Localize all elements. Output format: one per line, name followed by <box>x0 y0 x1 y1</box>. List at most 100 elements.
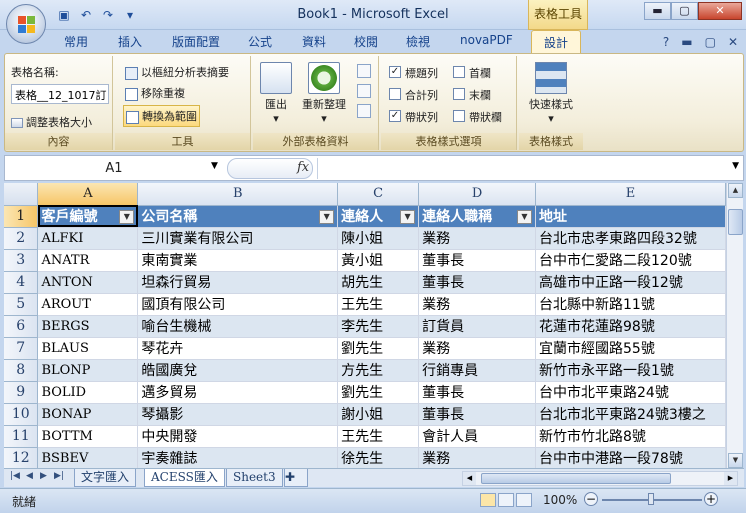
formula-input[interactable] <box>317 158 723 179</box>
table-cell[interactable]: 會計人員 <box>418 425 536 448</box>
table-cell[interactable]: 胡先生 <box>337 271 420 294</box>
table-cell[interactable]: 中央開發 <box>137 425 339 448</box>
export-button[interactable]: 匯出 ▾ <box>259 62 293 125</box>
row-header[interactable]: 10 <box>4 403 39 426</box>
row-header[interactable]: 11 <box>4 425 39 448</box>
sheet-tab-sheet3[interactable]: Sheet3 <box>226 469 283 487</box>
scroll-right-icon[interactable]: ▶ <box>724 472 737 485</box>
refresh-button[interactable]: 重新整理 ▾ <box>299 62 349 125</box>
zoom-slider-thumb[interactable] <box>648 493 654 505</box>
filter-dropdown-icon[interactable]: ▼ <box>319 209 335 224</box>
scroll-down-icon[interactable]: ▼ <box>728 453 743 468</box>
table-cell[interactable]: 董事長 <box>418 403 536 426</box>
row-header-1[interactable]: 1 <box>4 205 39 228</box>
close-button[interactable]: ✕ <box>698 2 742 20</box>
insert-function-icon[interactable]: fx <box>297 160 309 175</box>
table-cell[interactable]: 董事長 <box>418 271 536 294</box>
table-header-cell[interactable]: 客戶編號 ▼ <box>37 205 139 228</box>
zoom-level[interactable]: 100% <box>543 493 577 507</box>
prev-sheet-icon[interactable]: ◀ <box>26 471 33 481</box>
table-cell[interactable]: 謝小姐 <box>337 403 420 426</box>
table-cell[interactable]: 新竹市竹北路8號 <box>535 425 726 448</box>
last-sheet-icon[interactable]: ▶| <box>54 471 64 481</box>
table-cell[interactable]: 董事長 <box>418 381 536 404</box>
row-header[interactable]: 7 <box>4 337 39 360</box>
row-header[interactable]: 2 <box>4 227 39 250</box>
table-cell[interactable]: 新竹市永平路一段1號 <box>535 359 726 382</box>
column-header-a[interactable]: A <box>37 183 139 206</box>
page-layout-view-icon[interactable] <box>498 493 514 507</box>
column-header-d[interactable]: D <box>418 183 536 206</box>
table-cell[interactable]: AROUT <box>37 293 139 316</box>
column-header-c[interactable]: C <box>337 183 420 206</box>
row-header[interactable]: 12 <box>4 447 39 468</box>
table-cell[interactable]: 宇奏雜誌 <box>137 447 339 468</box>
select-all-corner[interactable] <box>4 183 39 206</box>
table-cell[interactable]: 業務 <box>418 337 536 360</box>
vertical-scroll-thumb[interactable] <box>728 209 743 235</box>
table-cell[interactable]: 業務 <box>418 447 536 468</box>
filter-dropdown-icon[interactable]: ▼ <box>517 209 532 224</box>
table-cell[interactable]: 高雄市中正路一段12號 <box>535 271 726 294</box>
table-cell[interactable]: 劉先生 <box>337 381 420 404</box>
table-name-field[interactable]: 表格__12_1017訂 <box>11 84 109 104</box>
unlink-icon[interactable] <box>357 104 371 118</box>
table-cell[interactable]: 訂貨員 <box>418 315 536 338</box>
first-column-checkbox[interactable] <box>453 66 465 78</box>
table-cell[interactable]: BOLID <box>37 381 139 404</box>
table-cell[interactable]: BOTTM <box>37 425 139 448</box>
table-cell[interactable]: 黃小姐 <box>337 249 420 272</box>
maximize-button[interactable]: ▢ <box>671 2 698 20</box>
column-header-b[interactable]: B <box>137 183 339 206</box>
table-cell[interactable]: 行銷專員 <box>418 359 536 382</box>
filter-dropdown-icon[interactable]: ▼ <box>119 209 135 224</box>
total-row-checkbox[interactable] <box>389 88 401 100</box>
header-row-checkbox[interactable]: ✓ <box>389 66 401 78</box>
remove-duplicates-button[interactable]: 移除重複 <box>125 85 185 101</box>
scroll-left-icon[interactable]: ◀ <box>463 472 476 485</box>
table-cell[interactable]: 王先生 <box>337 293 420 316</box>
name-box[interactable]: A1 <box>8 159 220 178</box>
table-cell[interactable]: 徐先生 <box>337 447 420 468</box>
page-break-view-icon[interactable] <box>516 493 532 507</box>
tab-view[interactable]: 檢視 <box>406 33 430 50</box>
table-cell[interactable]: 李先生 <box>337 315 420 338</box>
insert-sheet-icon[interactable]: ✚ <box>284 469 308 487</box>
table-cell[interactable]: 東南實業 <box>137 249 339 272</box>
next-sheet-icon[interactable]: ▶ <box>40 471 47 481</box>
horizontal-scroll-thumb[interactable] <box>481 473 671 484</box>
row-header[interactable]: 8 <box>4 359 39 382</box>
table-cell[interactable]: 琴攝影 <box>137 403 339 426</box>
name-box-dropdown-icon[interactable]: ▼ <box>211 161 218 171</box>
table-cell[interactable]: 台北市北平東路24號3樓之 <box>535 403 726 426</box>
table-cell[interactable]: 台中市仁愛路二段120號 <box>535 249 726 272</box>
table-cell[interactable]: 琴花卉 <box>137 337 339 360</box>
table-cell[interactable]: 邁多貿易 <box>137 381 339 404</box>
table-cell[interactable]: BLAUS <box>37 337 139 360</box>
table-cell[interactable]: 皓國廣兌 <box>137 359 339 382</box>
zoom-out-icon[interactable]: − <box>584 492 598 506</box>
horizontal-scrollbar[interactable]: ◀ ▶ <box>462 471 738 486</box>
table-cell[interactable]: 台中市中港路一段78號 <box>535 447 726 468</box>
table-cell[interactable]: 台北市忠孝東路四段32號 <box>535 227 726 250</box>
table-cell[interactable]: BERGS <box>37 315 139 338</box>
tab-data[interactable]: 資料 <box>302 33 326 50</box>
ribbon-close-icon[interactable]: ✕ <box>728 35 738 49</box>
table-header-cell[interactable]: 公司名稱 ▼ <box>137 205 339 228</box>
quick-styles-button[interactable]: 快速樣式 ▾ <box>523 62 579 125</box>
open-in-browser-icon[interactable] <box>357 84 371 98</box>
tab-novapdf[interactable]: novaPDF <box>460 33 513 47</box>
table-cell[interactable]: 喻台生機械 <box>137 315 339 338</box>
table-cell[interactable]: 國頂有限公司 <box>137 293 339 316</box>
banded-columns-checkbox[interactable] <box>453 110 465 122</box>
properties-icon[interactable] <box>357 64 371 78</box>
row-header[interactable]: 6 <box>4 315 39 338</box>
resize-table-button[interactable]: 調整表格大小 <box>11 114 92 130</box>
tab-design[interactable]: 設計 <box>531 30 582 54</box>
table-cell[interactable]: ALFKI <box>37 227 139 250</box>
filter-dropdown-icon[interactable]: ▼ <box>400 209 416 224</box>
table-cell[interactable]: 王先生 <box>337 425 420 448</box>
normal-view-icon[interactable] <box>480 493 496 507</box>
tab-insert[interactable]: 插入 <box>118 33 142 50</box>
row-header[interactable]: 4 <box>4 271 39 294</box>
